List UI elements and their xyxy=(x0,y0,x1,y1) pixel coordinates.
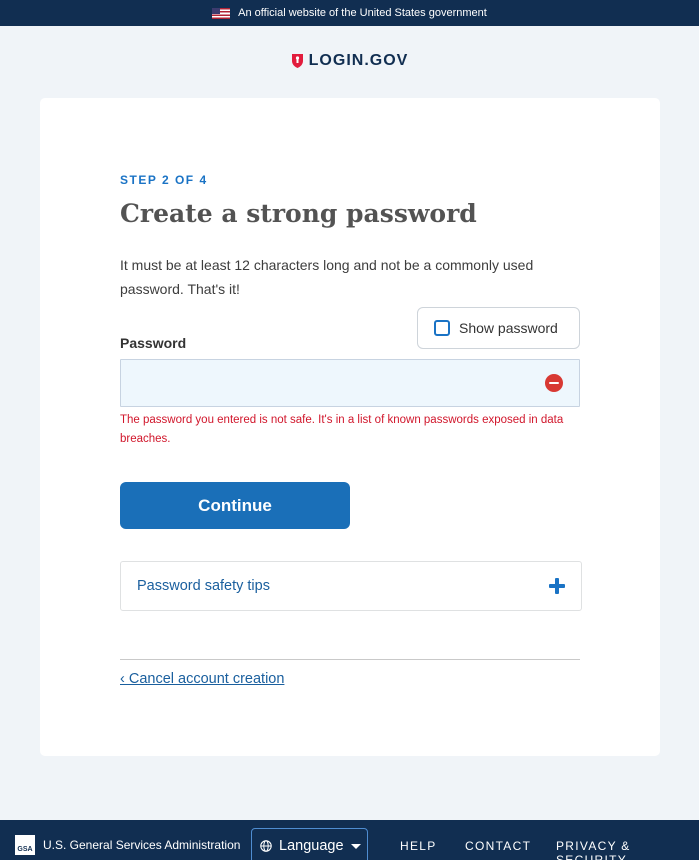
divider xyxy=(120,659,580,660)
cancel-account-creation-link[interactable]: ‹ Cancel account creation xyxy=(120,671,284,687)
password-card: STEP 2 OF 4 Create a strong password It … xyxy=(40,98,660,756)
globe-icon xyxy=(260,840,272,852)
gov-banner: An official website of the United States… xyxy=(0,0,699,26)
step-indicator: STEP 2 OF 4 xyxy=(120,173,208,187)
shield-icon xyxy=(291,54,303,68)
gsa-agency-name: U.S. General Services Administration xyxy=(43,838,241,852)
plus-icon xyxy=(549,578,565,594)
password-label: Password xyxy=(120,335,187,351)
password-requirements: It must be at least 12 characters long a… xyxy=(120,257,534,297)
show-password-checkbox[interactable] xyxy=(434,320,450,336)
gov-banner-text: An official website of the United States… xyxy=(238,7,487,19)
gsa-logo[interactable]: GSA xyxy=(15,835,35,855)
language-label: Language xyxy=(279,838,344,854)
language-selector[interactable]: Language xyxy=(251,828,368,860)
footer-help-link[interactable]: HELP xyxy=(400,839,437,853)
us-flag-icon xyxy=(212,7,231,19)
password-error-message: The password you entered is not safe. It… xyxy=(120,414,564,445)
caret-down-icon xyxy=(350,843,361,849)
error-icon xyxy=(545,374,563,392)
brand-name: LOGIN.GOV xyxy=(308,52,409,69)
password-input[interactable] xyxy=(120,359,580,407)
password-safety-tips-accordion[interactable]: Password safety tips xyxy=(120,561,582,611)
login-gov-logo[interactable]: LOGIN.GOV xyxy=(0,52,699,70)
continue-button[interactable]: Continue xyxy=(120,482,350,529)
footer-contact-link[interactable]: CONTACT xyxy=(465,839,531,853)
page-title: Create a strong password xyxy=(120,199,477,228)
password-safety-tips-label: Password safety tips xyxy=(137,578,270,594)
footer: GSA U.S. General Services Administration… xyxy=(0,820,699,860)
show-password-label: Show password xyxy=(459,320,558,336)
footer-privacy-security-link[interactable]: PRIVACY & SECURITY xyxy=(556,839,699,860)
show-password-toggle[interactable]: Show password xyxy=(417,307,580,349)
